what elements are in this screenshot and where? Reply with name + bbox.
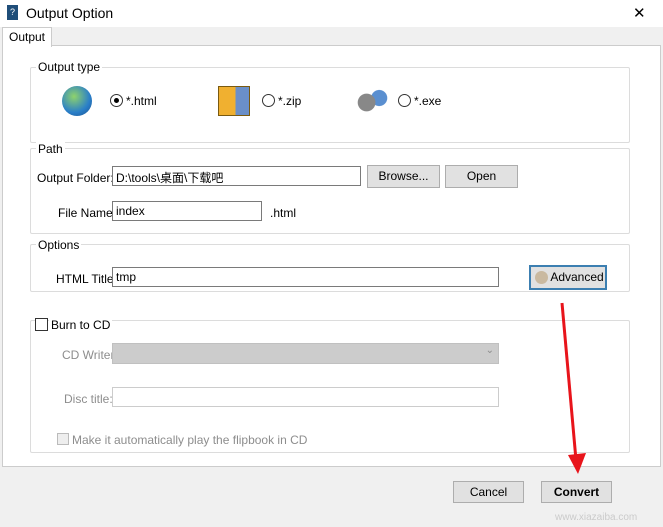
arrow-shaft — [560, 302, 578, 461]
annotation-arrow — [560, 302, 586, 474]
arrow-head — [568, 453, 586, 474]
watermark: www.xiazaiba.com — [555, 512, 638, 523]
